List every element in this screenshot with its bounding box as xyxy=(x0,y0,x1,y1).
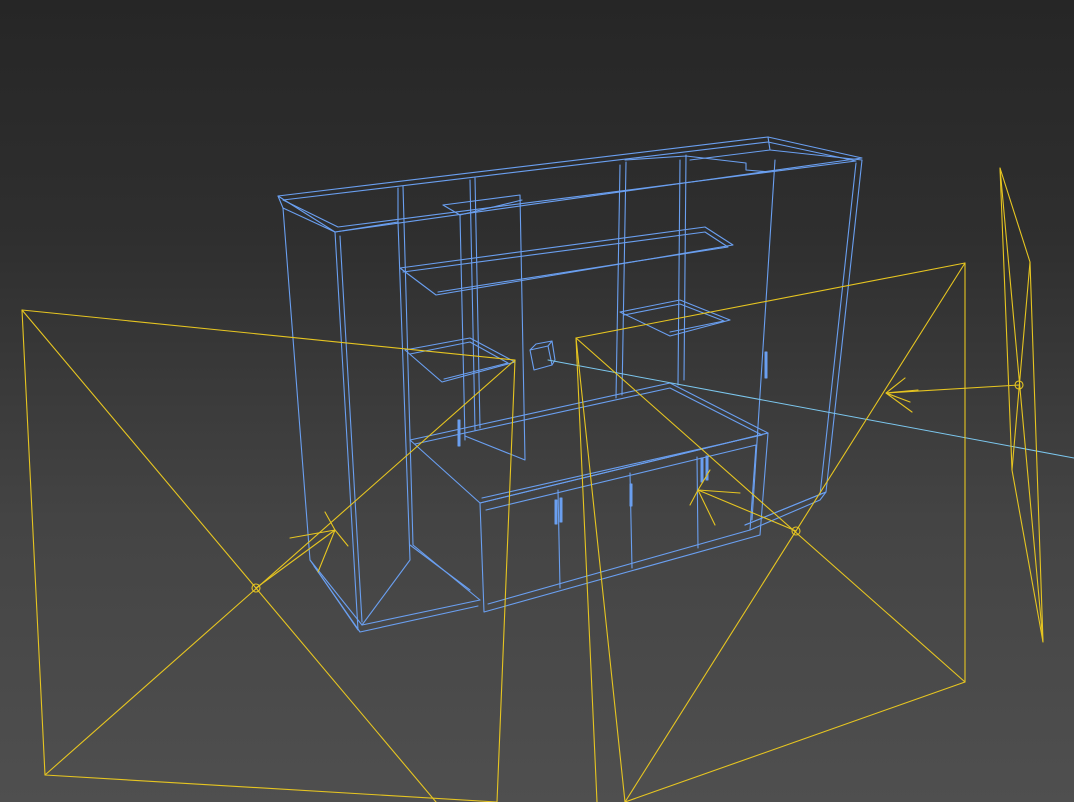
base-plinth xyxy=(313,565,479,633)
target-box-front xyxy=(529,345,553,371)
tower-handle xyxy=(457,419,461,447)
right-tower-outline xyxy=(744,149,863,526)
left-tower-edge xyxy=(339,235,363,623)
upper-shelf xyxy=(399,226,734,296)
left-light-frustum xyxy=(21,309,516,802)
center-light-arrowhead xyxy=(697,469,741,494)
3d-viewport[interactable] xyxy=(0,0,1074,802)
tower-handle xyxy=(764,351,768,379)
door-handle xyxy=(629,483,633,507)
door-handle xyxy=(559,497,563,523)
right-tower-edge xyxy=(689,149,771,161)
door-divider xyxy=(696,456,699,549)
cabinet-top-edge xyxy=(767,136,771,151)
right-tower-edge xyxy=(751,159,776,521)
center-light-ray xyxy=(624,262,966,802)
left-light-ray xyxy=(21,309,437,802)
wireframe-scene[interactable] xyxy=(0,0,1074,802)
light-target-line xyxy=(547,359,1074,459)
center-back-edge xyxy=(474,177,481,429)
center-light-frustum xyxy=(575,262,966,802)
left-light-ray xyxy=(44,359,516,776)
light-target-box[interactable] xyxy=(529,340,556,371)
right-tower-edge xyxy=(615,164,621,399)
right-tower-top-step xyxy=(624,155,771,173)
center-back-edge xyxy=(469,179,476,431)
door-handle xyxy=(700,457,704,483)
base-edge xyxy=(412,544,481,601)
door-handle xyxy=(554,499,558,525)
right-tower-edge xyxy=(683,154,687,381)
right-light-arrow xyxy=(885,384,1020,394)
tv-wall-cabinet[interactable] xyxy=(277,136,863,633)
counter-top-inner xyxy=(414,387,763,499)
cabinet-top-slab xyxy=(277,136,863,233)
right-light-ray xyxy=(999,167,1044,643)
spot-light-center[interactable] xyxy=(575,262,966,802)
right-tower-edge xyxy=(621,161,627,396)
center-light-ray xyxy=(575,337,966,683)
left-light-arrowhead xyxy=(317,529,349,573)
target-box-edge xyxy=(551,340,556,361)
base-plinth xyxy=(309,559,481,626)
center-light-ray xyxy=(575,337,598,802)
right-tower-edge xyxy=(677,159,681,386)
right-light-ray xyxy=(1011,261,1031,471)
left-small-shelf-inner xyxy=(409,341,509,380)
spot-light-left[interactable] xyxy=(21,309,516,802)
